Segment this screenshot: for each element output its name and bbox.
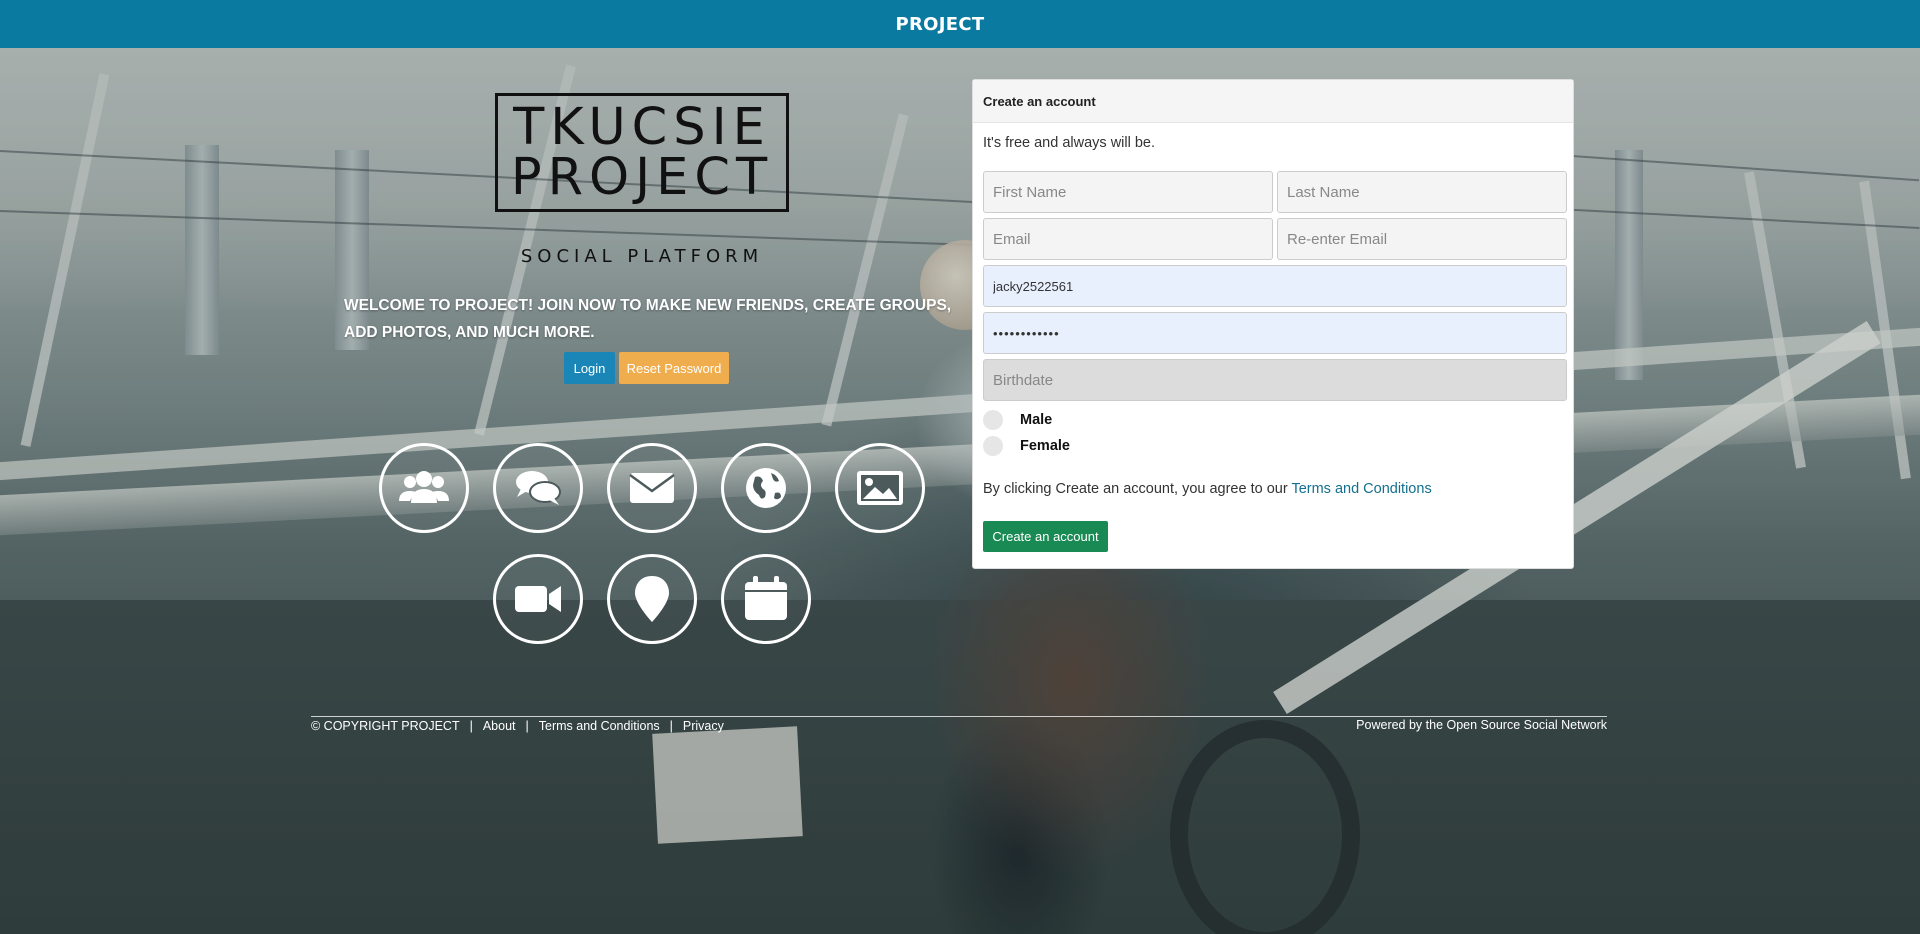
footer-separator: | — [469, 719, 473, 733]
female-label: Female — [1020, 438, 1070, 454]
video-icon — [493, 554, 583, 644]
footer-link-privacy[interactable]: Privacy — [683, 719, 724, 733]
signup-panel: Create an account It's free and always w… — [972, 79, 1574, 569]
reenter-email-input[interactable] — [1277, 218, 1567, 260]
welcome-text: WELCOME TO PROJECT! JOIN NOW TO MAKE NEW… — [344, 297, 952, 341]
footer-separator: | — [525, 719, 529, 733]
create-account-button[interactable]: Create an account — [983, 521, 1108, 552]
chat-icon — [493, 443, 583, 533]
logo-tagline: SOCIAL PLATFORM — [520, 246, 764, 267]
footer-links: © COPYRIGHT PROJECT | About | Terms and … — [311, 719, 724, 733]
globe-icon — [721, 443, 811, 533]
username-input[interactable] — [983, 265, 1567, 307]
footer-divider — [311, 716, 1607, 717]
terms-link[interactable]: Terms and Conditions — [1291, 481, 1431, 497]
signup-subtitle: It's free and always will be. — [983, 135, 1156, 151]
terms-prefix: By clicking Create an account, you agree… — [983, 481, 1288, 497]
site-logo: TKUCSIE PROJECT — [495, 93, 789, 212]
female-radio[interactable] — [983, 436, 1003, 456]
gender-male-option[interactable]: Male — [983, 410, 1052, 430]
email-input[interactable] — [983, 218, 1273, 260]
password-input[interactable] — [983, 312, 1567, 354]
footer-separator: | — [669, 719, 673, 733]
terms-notice: By clicking Create an account, you agree… — [983, 481, 1432, 497]
site-brand[interactable]: PROJECT — [896, 14, 985, 35]
logo-line-1: TKUCSIE — [513, 97, 771, 157]
users-icon — [379, 443, 469, 533]
mail-icon — [607, 443, 697, 533]
copyright-text: © COPYRIGHT PROJECT — [311, 719, 460, 733]
top-navbar: PROJECT — [0, 0, 1920, 48]
reset-password-button[interactable]: Reset Password — [619, 352, 729, 384]
login-button[interactable]: Login — [564, 352, 615, 384]
gender-female-option[interactable]: Female — [983, 436, 1070, 456]
birthdate-input[interactable] — [983, 359, 1567, 401]
last-name-input[interactable] — [1277, 171, 1567, 213]
footer-link-about[interactable]: About — [483, 719, 516, 733]
signup-panel-title: Create an account — [973, 80, 1573, 123]
powered-by-link[interactable]: Powered by the Open Source Social Networ… — [1356, 718, 1607, 732]
background-photo — [0, 0, 1920, 934]
footer-link-terms[interactable]: Terms and Conditions — [539, 719, 660, 733]
location-icon — [607, 554, 697, 644]
male-radio[interactable] — [983, 410, 1003, 430]
first-name-input[interactable] — [983, 171, 1273, 213]
logo-line-2: PROJECT — [510, 147, 774, 207]
calendar-icon — [721, 554, 811, 644]
image-icon — [835, 443, 925, 533]
male-label: Male — [1020, 412, 1053, 428]
